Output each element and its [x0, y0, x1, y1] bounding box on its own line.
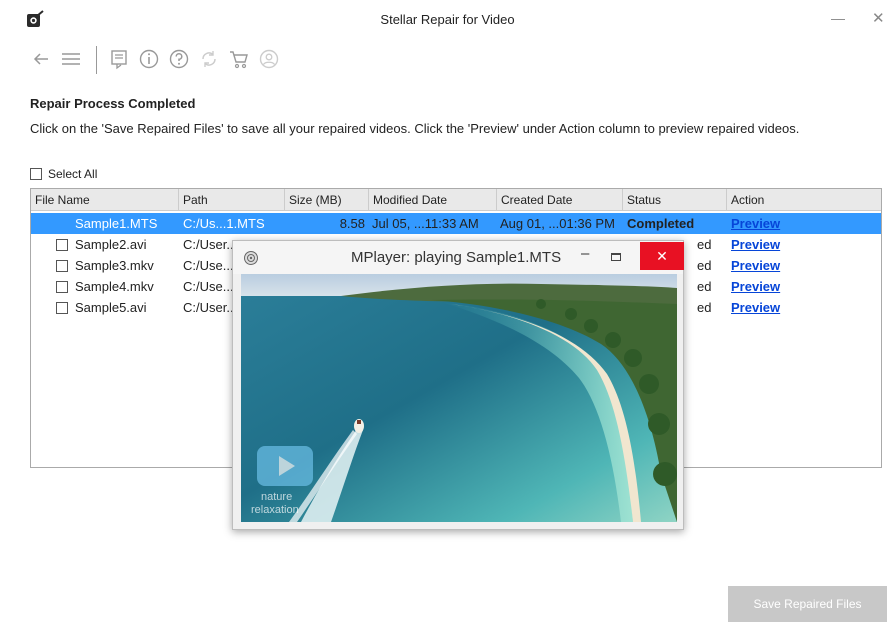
account-icon[interactable]	[258, 48, 280, 70]
menu-icon[interactable]	[60, 48, 82, 70]
refresh-icon[interactable]	[198, 48, 220, 70]
window-title: Stellar Repair for Video	[380, 12, 515, 27]
table-row[interactable]: Sample1.MTS C:/Us...1.MTS 8.58 Jul 05, .…	[31, 213, 881, 234]
file-name: Sample5.avi	[75, 300, 147, 315]
preview-link[interactable]: Preview	[731, 213, 791, 234]
select-all-label: Select All	[48, 167, 98, 181]
info-icon[interactable]	[138, 48, 160, 70]
row-checkbox[interactable]	[56, 239, 68, 251]
column-header-modified[interactable]: Modified Date	[369, 189, 497, 211]
file-name: Sample4.mkv	[75, 279, 154, 294]
row-checkbox[interactable]	[56, 260, 68, 272]
column-header-status[interactable]: Status	[623, 189, 727, 211]
status: ed	[697, 237, 712, 252]
back-arrow-icon[interactable]	[30, 48, 52, 70]
column-header-action[interactable]: Action	[727, 189, 881, 211]
file-path: C:/Us...1.MTS	[183, 216, 265, 231]
video-frame: nature relaxation	[241, 274, 677, 522]
mplayer-maximize-button[interactable]	[611, 253, 621, 261]
status: ed	[697, 300, 712, 315]
column-header-file-name[interactable]: File Name	[31, 189, 179, 211]
title-bar: Stellar Repair for Video — ✕	[0, 0, 895, 40]
select-all-checkbox[interactable]: Select All	[30, 167, 97, 181]
row-checkbox[interactable]	[56, 302, 68, 314]
column-header-created[interactable]: Created Date	[497, 189, 623, 211]
minimize-button[interactable]: —	[831, 10, 845, 26]
toolbar-divider	[96, 46, 97, 74]
created-date: Aug 01, ...01:36 PM	[500, 216, 615, 231]
preview-link[interactable]: Preview	[731, 276, 791, 297]
svg-text:relaxation: relaxation	[251, 504, 299, 516]
mplayer-window[interactable]: MPlayer: playing Sample1.MTS – ✕ nature …	[232, 240, 684, 530]
table-header: File Name Path Size (MB) Modified Date C…	[31, 189, 881, 211]
mplayer-close-button[interactable]: ✕	[640, 242, 684, 270]
file-name: Sample1.MTS	[75, 216, 158, 231]
row-checkbox[interactable]	[56, 281, 68, 293]
page-title: Repair Process Completed	[30, 96, 196, 111]
file-name: Sample3.mkv	[75, 258, 154, 273]
svg-text:nature: nature	[261, 491, 292, 503]
preview-link[interactable]: Preview	[731, 234, 791, 255]
mplayer-title-bar[interactable]: MPlayer: playing Sample1.MTS – ✕	[233, 241, 684, 274]
file-size: 8.58	[339, 216, 365, 231]
mplayer-minimize-button[interactable]: –	[581, 245, 589, 262]
mplayer-title: MPlayer: playing Sample1.MTS	[351, 249, 562, 266]
column-header-path[interactable]: Path	[179, 189, 285, 211]
cart-icon[interactable]	[228, 48, 250, 70]
preview-link[interactable]: Preview	[731, 297, 791, 318]
file-name: Sample2.avi	[75, 237, 147, 252]
save-repaired-files-button[interactable]: Save Repaired Files	[728, 586, 887, 622]
status: ed	[697, 279, 712, 294]
help-icon[interactable]	[168, 48, 190, 70]
instructions-text: Click on the 'Save Repaired Files' to sa…	[30, 121, 800, 136]
status: Completed	[627, 216, 695, 231]
modified-date: Jul 05, ...11:33 AM	[372, 216, 479, 231]
column-header-size[interactable]: Size (MB)	[285, 189, 369, 211]
close-button[interactable]: ✕	[872, 9, 885, 27]
register-icon[interactable]	[108, 48, 130, 70]
toolbar	[0, 44, 895, 76]
status: ed	[697, 258, 712, 273]
checkbox[interactable]	[30, 168, 42, 180]
mplayer-app-icon	[244, 251, 258, 265]
preview-link[interactable]: Preview	[731, 255, 791, 276]
